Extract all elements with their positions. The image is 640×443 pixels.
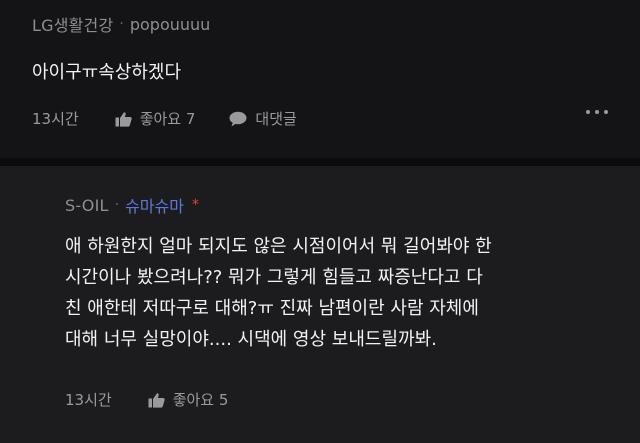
comment-time: 13시간: [32, 110, 79, 128]
comment-meta: 13시간 좋아요 7 대댓글: [32, 108, 297, 129]
thumbs-up-icon: [148, 392, 165, 408]
like-count: 좋아요 7: [139, 110, 196, 128]
separator-dot: ·: [119, 16, 124, 32]
comment-body: 아이구ㅠ속상하겠다: [32, 62, 182, 83]
thumbs-up-icon: [115, 111, 132, 127]
like-button[interactable]: 좋아요 5: [148, 389, 229, 410]
like-count: 좋아요 5: [172, 391, 229, 409]
author-nickname[interactable]: popouuuu: [130, 15, 210, 34]
reply-body: 애 하원한지 얼마 되지도 않은 시점이어서 뭐 길어봐야 한 시간이나 봤으려…: [65, 236, 492, 350]
author-company[interactable]: LG생활건강: [32, 12, 113, 36]
reply-label: 대댓글: [255, 110, 297, 128]
reply-meta: 13시간 좋아요 5: [65, 389, 262, 410]
author-nickname[interactable]: 슈마슈마: [125, 193, 184, 217]
separator-dot: ·: [114, 197, 120, 213]
more-options-button[interactable]: [586, 110, 608, 114]
reply-button[interactable]: 대댓글: [229, 108, 297, 129]
author-company[interactable]: S-OIL: [65, 196, 109, 215]
like-button[interactable]: 좋아요 7: [115, 108, 196, 129]
comment-divider: [0, 158, 640, 166]
speech-bubble-icon: [229, 111, 247, 126]
reply-header: S-OIL · 슈마슈마 *: [65, 193, 199, 217]
comment-header: LG생활건강 · popouuuu: [32, 12, 210, 36]
more-dot: [604, 110, 608, 114]
author-badge: *: [191, 197, 199, 213]
more-dot: [595, 110, 599, 114]
reply-time: 13시간: [65, 391, 112, 409]
comment-card: LG생활건강 · popouuuu 아이구ㅠ속상하겠다 13시간 좋아요 7 대…: [0, 0, 640, 158]
more-dot: [586, 110, 590, 114]
